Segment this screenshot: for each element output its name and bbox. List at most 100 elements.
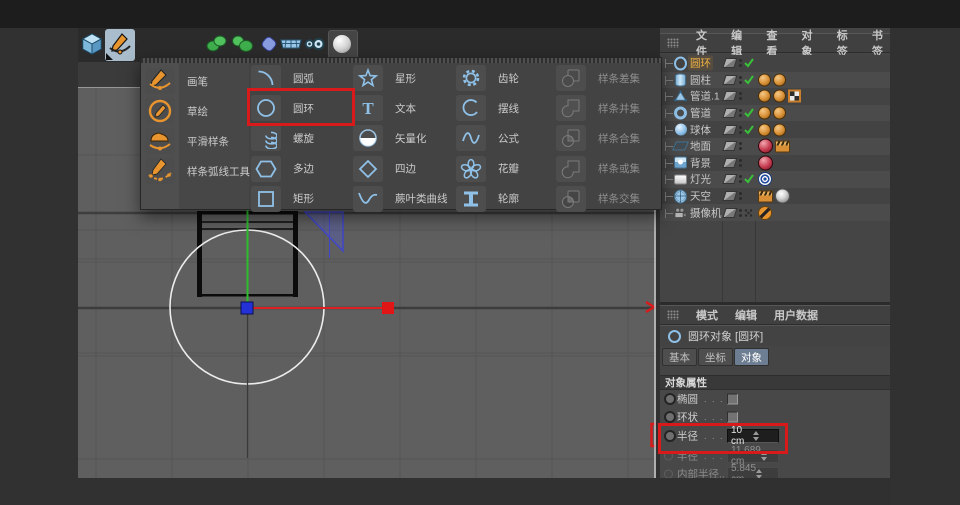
- menu-item-n-side[interactable]: 多边: [251, 154, 353, 184]
- tag-list[interactable]: [758, 172, 772, 186]
- object-name[interactable]: 管道.1: [690, 89, 720, 104]
- enable-check-icon[interactable]: [744, 125, 754, 135]
- pen-spline-tool-active[interactable]: [105, 29, 135, 61]
- layer-swatch[interactable]: [722, 75, 737, 85]
- object-name[interactable]: 背景: [690, 155, 711, 170]
- menu-item-four-side[interactable]: 四边: [353, 154, 455, 184]
- tree-connector[interactable]: [665, 213, 673, 214]
- menu-item-cogwheel[interactable]: 齿轮: [456, 63, 558, 93]
- object-row-circle[interactable]: 圆环: [660, 55, 890, 72]
- layer-swatch[interactable]: [722, 125, 737, 135]
- object-name[interactable]: 球体: [690, 122, 711, 137]
- tree-connector[interactable]: [665, 163, 673, 164]
- tag-list[interactable]: [758, 90, 801, 103]
- visibility-dots[interactable]: [739, 76, 742, 84]
- panel-grip-icon[interactable]: [667, 310, 679, 320]
- x-handle-red[interactable]: [382, 302, 394, 314]
- enable-check-icon[interactable]: [744, 174, 754, 184]
- tag-list[interactable]: [758, 73, 786, 86]
- layer-swatch[interactable]: [722, 58, 737, 68]
- tree-connector[interactable]: [665, 130, 673, 131]
- deformer-blue-icon[interactable]: [257, 32, 281, 56]
- menu-item-pen[interactable]: 画笔: [141, 66, 249, 96]
- layer-swatch[interactable]: [722, 191, 737, 201]
- menu-item-helix[interactable]: 螺旋: [251, 123, 353, 153]
- tree-connector[interactable]: [665, 196, 673, 197]
- menu-mode[interactable]: 模式: [696, 307, 718, 323]
- object-name[interactable]: 管道: [690, 106, 711, 121]
- enable-check-icon[interactable]: [744, 75, 754, 85]
- tag-list[interactable]: [758, 139, 790, 154]
- keyframe-dot[interactable]: [664, 393, 676, 405]
- menu-item-cissoid[interactable]: 蕨叶类曲线: [353, 184, 455, 214]
- object-name[interactable]: 圆环: [688, 56, 713, 71]
- object-row-camera[interactable]: 摄像机: [660, 204, 890, 221]
- object-row-light[interactable]: 灯光: [660, 171, 890, 188]
- panel-grip-icon[interactable]: [667, 38, 679, 48]
- keyframe-dot[interactable]: [664, 430, 676, 442]
- object-name[interactable]: 地面: [690, 139, 711, 154]
- menu-edit[interactable]: 编辑: [735, 307, 757, 323]
- visibility-dots[interactable]: [739, 142, 742, 150]
- object-row-tube[interactable]: 管道: [660, 105, 890, 122]
- ring-checkbox[interactable]: [727, 412, 738, 423]
- object-row-sphere[interactable]: 球体: [660, 121, 890, 138]
- object-name[interactable]: 灯光: [690, 172, 711, 187]
- tab-coordinates[interactable]: 坐标: [698, 348, 733, 366]
- ellipse-checkbox[interactable]: [727, 394, 738, 405]
- floor-sphere-icon[interactable]: [328, 30, 358, 60]
- tree-connector[interactable]: [665, 80, 673, 81]
- radius-field[interactable]: 10 cm: [727, 429, 779, 443]
- array-grid-icon[interactable]: [279, 32, 303, 56]
- enable-check-icon[interactable]: [744, 108, 754, 118]
- object-row-background[interactable]: 背景: [660, 155, 890, 172]
- menu-item-spline-arc-tool[interactable]: 样条弧线工具: [141, 156, 249, 186]
- visibility-dots[interactable]: [739, 159, 742, 167]
- tag-list[interactable]: [758, 189, 790, 204]
- lattice-rings-icon[interactable]: [302, 32, 326, 56]
- object-row-tube1[interactable]: 管道.1: [660, 88, 890, 105]
- menu-item-vectorizer[interactable]: 矢量化: [353, 123, 455, 153]
- tree-connector[interactable]: [665, 96, 673, 97]
- enable-check-icon[interactable]: [744, 58, 754, 68]
- visibility-dots[interactable]: [739, 192, 742, 200]
- layer-swatch[interactable]: [722, 208, 737, 218]
- visibility-dots[interactable]: [739, 109, 742, 117]
- tag-list[interactable]: [758, 155, 773, 170]
- menu-item-rectangle[interactable]: 矩形: [251, 184, 353, 214]
- generator-green-icon[interactable]: [205, 32, 229, 56]
- tab-object[interactable]: 对象: [734, 348, 769, 366]
- layer-swatch[interactable]: [722, 174, 737, 184]
- stepper-arrows[interactable]: [753, 431, 775, 441]
- generator-green-icon-2[interactable]: [231, 32, 255, 56]
- tab-basic[interactable]: 基本: [662, 348, 697, 366]
- layer-swatch[interactable]: [722, 91, 737, 101]
- keyframe-dot[interactable]: [664, 411, 676, 423]
- menu-item-flower[interactable]: 花瓣: [456, 154, 558, 184]
- visibility-dots[interactable]: [739, 175, 742, 183]
- visibility-dots[interactable]: [739, 209, 742, 217]
- tree-connector[interactable]: [665, 113, 673, 114]
- menu-item-text[interactable]: T 文本: [353, 93, 455, 123]
- tag-list[interactable]: [758, 107, 786, 120]
- object-name[interactable]: 天空: [690, 189, 711, 204]
- layer-swatch[interactable]: [722, 108, 737, 118]
- tag-list[interactable]: [758, 123, 786, 136]
- tag-list[interactable]: [758, 206, 772, 220]
- menu-user-data[interactable]: 用户数据: [774, 307, 818, 323]
- menu-item-circle[interactable]: 圆环: [251, 93, 353, 123]
- menu-item-profile[interactable]: 轮廓: [456, 184, 558, 214]
- layer-swatch[interactable]: [722, 158, 737, 168]
- menu-item-cycloid[interactable]: 摆线: [456, 93, 558, 123]
- menu-item-formula[interactable]: 公式: [456, 123, 558, 153]
- cube-primitive-icon[interactable]: [80, 32, 104, 56]
- visibility-dots[interactable]: [739, 126, 742, 134]
- object-name[interactable]: 摄像机: [690, 205, 722, 220]
- object-row-sky[interactable]: 天空: [660, 188, 890, 205]
- crosshair-dots[interactable]: [744, 208, 753, 217]
- visibility-dots[interactable]: [739, 59, 742, 67]
- object-row-cylinder[interactable]: 圆柱: [660, 72, 890, 89]
- menu-item-smooth-spline[interactable]: 平滑样条: [141, 126, 249, 156]
- object-name[interactable]: 圆柱: [690, 72, 711, 87]
- visibility-dots[interactable]: [739, 92, 742, 100]
